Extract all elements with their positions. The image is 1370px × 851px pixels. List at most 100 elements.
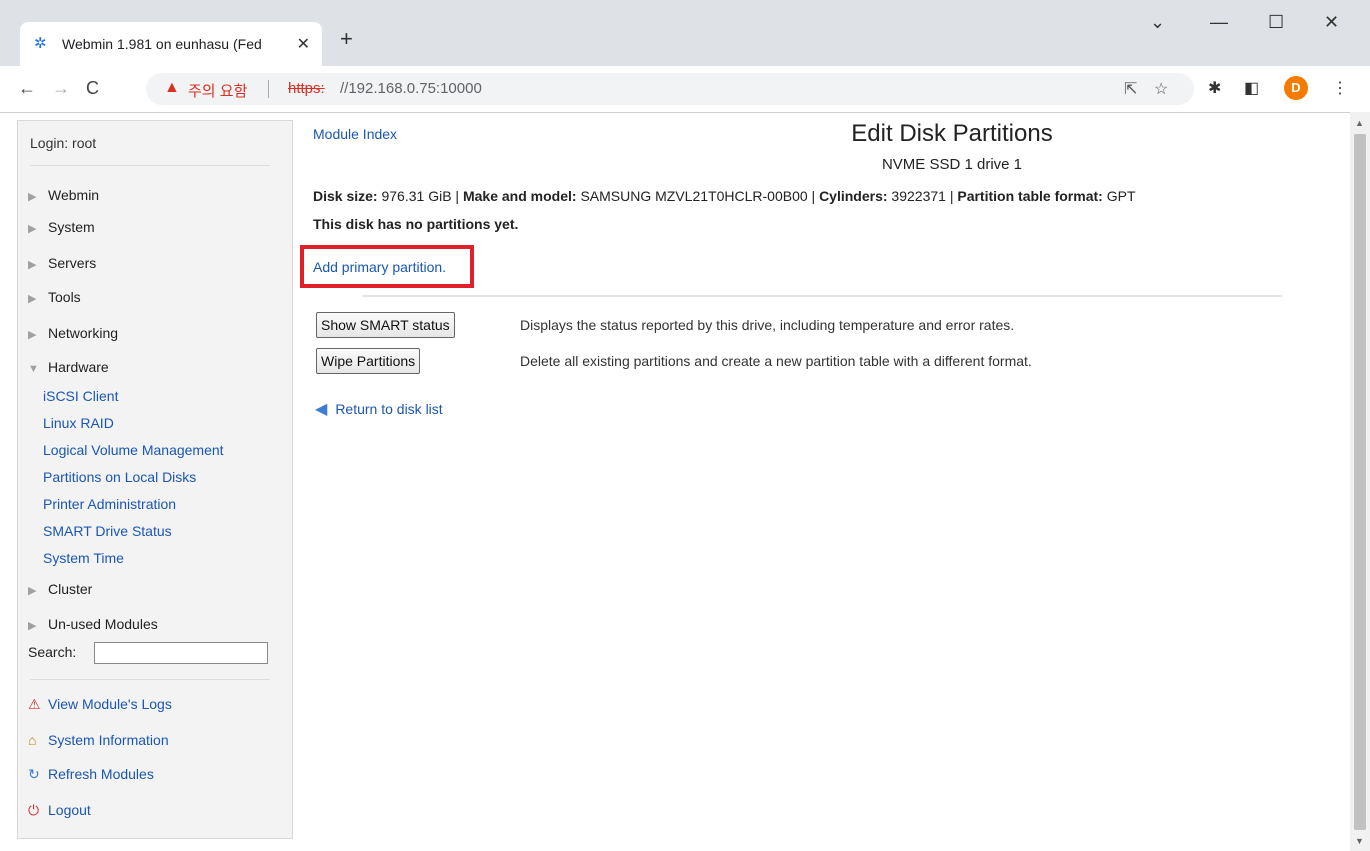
page-title: Edit Disk Partitions bbox=[851, 120, 1053, 147]
category-label: Webmin bbox=[48, 187, 100, 203]
bookmark-star-icon[interactable]: ☆ bbox=[1154, 79, 1168, 99]
category-system[interactable]: ▶ System bbox=[28, 219, 95, 235]
disk-info: Disk size: 976.31 GiB | Make and model: … bbox=[313, 188, 1136, 204]
scroll-thumb[interactable] bbox=[1354, 134, 1366, 830]
address-bar[interactable]: ▲ 주의 요함 https: //192.168.0.75:10000 ⇱ ☆ bbox=[146, 73, 1194, 105]
tab-search-icon[interactable]: ⌄ bbox=[1150, 12, 1165, 33]
close-window-icon[interactable]: ✕ bbox=[1324, 12, 1339, 33]
category-label: Un-used Modules bbox=[48, 616, 158, 632]
collapse-arrow-icon: ▼ bbox=[28, 363, 39, 375]
browser-tab[interactable]: ✲ Webmin 1.981 on eunhasu (Fed ✕ bbox=[20, 22, 322, 66]
view-module-logs-link[interactable]: ⚠ View Module's Logs bbox=[28, 696, 172, 713]
module-index-link[interactable]: Module Index bbox=[313, 126, 397, 142]
wipe-partitions-button[interactable]: Wipe Partitions bbox=[316, 348, 421, 374]
expand-arrow-icon: ▶ bbox=[28, 293, 37, 305]
maximize-icon[interactable]: ☐ bbox=[1268, 12, 1284, 33]
disk-size-label: Disk size: bbox=[313, 188, 378, 204]
category-hardware[interactable]: ▼ Hardware bbox=[28, 359, 109, 375]
sidebar-item-system-time[interactable]: System Time bbox=[43, 550, 124, 566]
search-label: Search: bbox=[28, 644, 77, 660]
extensions-icon[interactable]: ✱ bbox=[1208, 78, 1221, 98]
link-label: Logout bbox=[48, 802, 91, 818]
minimize-icon[interactable]: — bbox=[1210, 12, 1228, 33]
model-label: Make and model: bbox=[462, 188, 577, 204]
category-unused-modules[interactable]: ▶ Un-used Modules bbox=[28, 616, 158, 632]
sidebar-item-partitions[interactable]: Partitions on Local Disks bbox=[43, 469, 196, 485]
return-to-disk-list-link[interactable]: ◀ Return to disk list bbox=[315, 399, 443, 419]
forward-icon[interactable]: → bbox=[52, 78, 70, 98]
separator: | bbox=[807, 188, 820, 204]
link-label: Return to disk list bbox=[335, 401, 443, 417]
no-partitions-message: This disk has no partitions yet. bbox=[313, 216, 519, 232]
expand-arrow-icon: ▶ bbox=[28, 585, 37, 597]
category-networking[interactable]: ▶ Networking bbox=[28, 325, 118, 341]
new-tab-button[interactable]: + bbox=[340, 28, 353, 50]
category-tools[interactable]: ▶ Tools bbox=[28, 289, 81, 305]
sidebar-item-iscsi-client[interactable]: iSCSI Client bbox=[43, 388, 118, 404]
scroll-up-icon[interactable]: ▲ bbox=[1355, 118, 1364, 128]
refresh-modules-link[interactable]: ↻ Refresh Modules bbox=[28, 766, 154, 783]
webmin-sidebar: Login: root ▶ Webmin ▶ System ▶ Servers ▶ To… bbox=[17, 120, 293, 839]
security-warning[interactable]: 주의 요함 bbox=[188, 80, 247, 101]
search-input[interactable] bbox=[94, 642, 268, 664]
page-scrollbar[interactable]: ▲ ▼ bbox=[1350, 112, 1370, 851]
warning-icon[interactable]: ▲ bbox=[164, 79, 180, 97]
expand-arrow-icon: ▶ bbox=[28, 329, 37, 341]
separator: | bbox=[451, 188, 463, 204]
main-content: Module Index Edit Disk Partitions NVME S… bbox=[300, 112, 1342, 851]
separator: | bbox=[945, 188, 958, 204]
sidebar-item-smart-status[interactable]: SMART Drive Status bbox=[43, 523, 172, 539]
link-label: Refresh Modules bbox=[48, 766, 154, 782]
format-value: GPT bbox=[1106, 188, 1136, 204]
system-information-link[interactable]: ⌂ System Information bbox=[28, 732, 169, 748]
category-label: Hardware bbox=[48, 359, 109, 375]
reload-icon[interactable]: C bbox=[86, 78, 99, 98]
sidebar-item-linux-raid[interactable]: Linux RAID bbox=[43, 415, 114, 431]
category-label: Networking bbox=[48, 325, 119, 341]
sidebar-item-printer-admin[interactable]: Printer Administration bbox=[43, 496, 176, 512]
tab-title: Webmin 1.981 on eunhasu (Fed bbox=[62, 36, 262, 52]
expand-arrow-icon: ▶ bbox=[28, 259, 37, 271]
category-label: Cluster bbox=[48, 581, 93, 597]
url-separator bbox=[268, 80, 269, 98]
category-label: Servers bbox=[48, 255, 97, 271]
sidebar-divider bbox=[30, 679, 270, 680]
browser-tabstrip: ✲ Webmin 1.981 on eunhasu (Fed ✕ + ⌄ — ☐… bbox=[0, 0, 1370, 66]
sidebar-divider bbox=[30, 165, 270, 166]
refresh-icon: ↻ bbox=[28, 766, 40, 782]
section-divider bbox=[362, 295, 1282, 297]
expand-arrow-icon: ▶ bbox=[28, 191, 37, 203]
logout-link[interactable]: ⏻ Logout bbox=[28, 802, 91, 819]
expand-arrow-icon: ▶ bbox=[28, 223, 37, 235]
share-icon[interactable]: ⇱ bbox=[1124, 79, 1137, 99]
category-label: Tools bbox=[48, 289, 81, 305]
link-label: System Information bbox=[48, 732, 169, 748]
format-label: Partition table format: bbox=[957, 188, 1103, 204]
back-arrow-icon: ◀ bbox=[315, 401, 328, 418]
scroll-down-icon[interactable]: ▼ bbox=[1355, 836, 1364, 846]
profile-avatar[interactable]: D bbox=[1284, 76, 1308, 100]
back-icon[interactable]: ← bbox=[18, 78, 36, 98]
tab-close-icon[interactable]: ✕ bbox=[297, 34, 310, 54]
category-cluster[interactable]: ▶ Cluster bbox=[28, 581, 92, 597]
menu-icon[interactable]: ⋮ bbox=[1332, 78, 1348, 98]
disk-size-value: 976.31 GiB bbox=[381, 188, 452, 204]
url-scheme: https: bbox=[288, 80, 325, 97]
power-icon: ⏻ bbox=[28, 802, 40, 818]
side-panel-icon[interactable]: ◧ bbox=[1244, 78, 1259, 98]
show-smart-status-desc: Displays the status reported by this dri… bbox=[520, 317, 1015, 333]
page-subtitle: NVME SSD 1 drive 1 bbox=[881, 156, 1023, 173]
sidebar-item-lvm[interactable]: Logical Volume Management bbox=[43, 442, 224, 458]
home-icon: ⌂ bbox=[28, 732, 37, 748]
expand-arrow-icon: ▶ bbox=[28, 620, 37, 632]
webmin-logo-icon: ✲ bbox=[34, 35, 47, 52]
cylinders-label: Cylinders: bbox=[819, 188, 888, 204]
category-webmin[interactable]: ▶ Webmin bbox=[28, 187, 99, 203]
model-value: SAMSUNG MZVL21T0HCLR-00B00 bbox=[580, 188, 808, 204]
cylinders-value: 3922371 bbox=[891, 188, 946, 204]
show-smart-status-button[interactable]: Show SMART status bbox=[316, 312, 455, 338]
url-host: //192.168.0.75:10000 bbox=[340, 80, 482, 97]
add-primary-partition-link[interactable]: Add primary partition. bbox=[313, 259, 446, 275]
link-label: View Module's Logs bbox=[48, 696, 172, 712]
category-servers[interactable]: ▶ Servers bbox=[28, 255, 96, 271]
